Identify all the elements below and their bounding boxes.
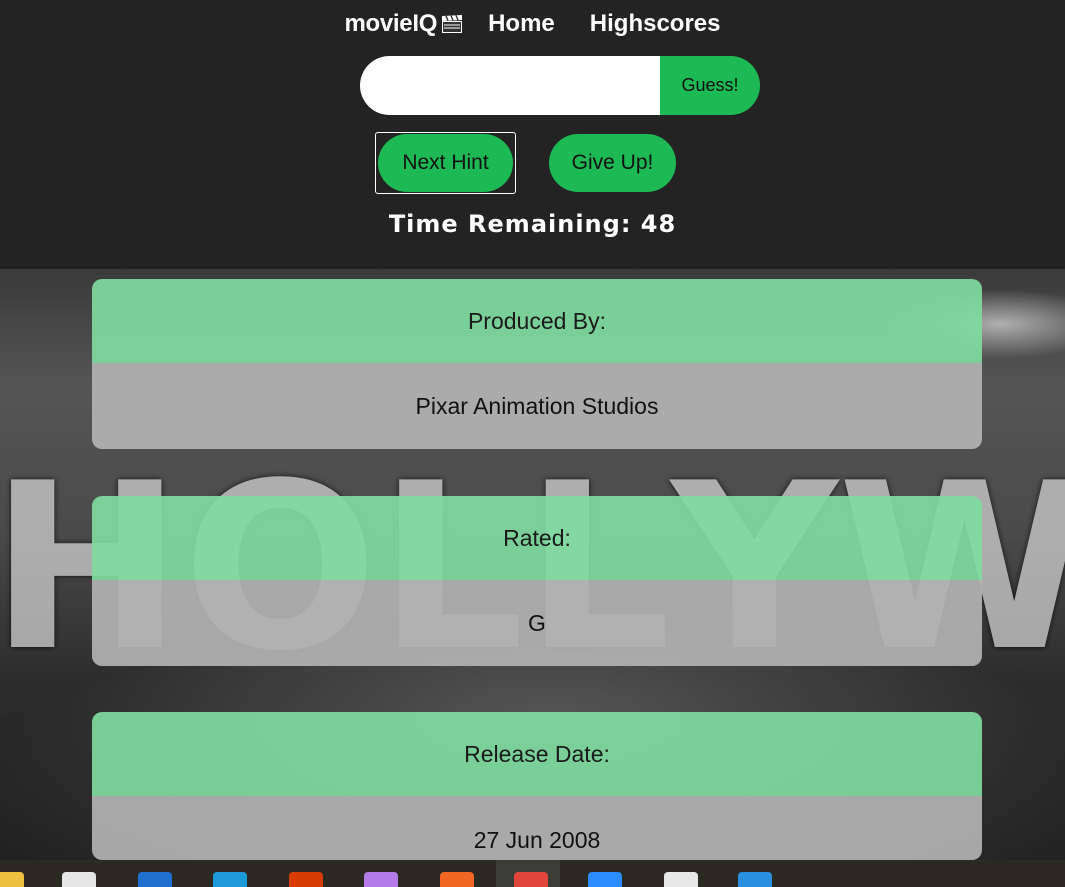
next-hint-focus-ring: Next Hint — [375, 132, 516, 194]
hint-card: Release Date: 27 Jun 2008 — [92, 712, 982, 860]
navbar: movieIQ Home Highscores — [0, 10, 1065, 38]
guess-input[interactable] — [360, 56, 660, 115]
guess-button[interactable]: Guess! — [660, 56, 760, 115]
guess-form: Guess! — [360, 56, 760, 115]
next-hint-button[interactable]: Next Hint — [378, 134, 513, 192]
messenger-icon[interactable] — [364, 872, 398, 887]
store-icon[interactable] — [62, 872, 96, 887]
brand-name: movieIQ — [344, 10, 438, 37]
hint-card: Produced By: Pixar Animation Studios — [92, 279, 982, 449]
os-taskbar — [0, 860, 1065, 887]
app-icon[interactable] — [213, 872, 247, 887]
office-icon[interactable] — [289, 872, 323, 887]
nav-highscores-link[interactable]: Highscores — [590, 10, 721, 38]
time-remaining: Time Remaining: 48 — [388, 210, 677, 238]
vscode-icon[interactable] — [738, 872, 772, 887]
hint-card-value: 27 Jun 2008 — [92, 796, 982, 860]
file-explorer-icon[interactable] — [0, 872, 24, 887]
brand-logo[interactable]: movieIQ — [344, 10, 464, 38]
give-up-button[interactable]: Give Up! — [549, 134, 676, 192]
clapperboard-icon — [440, 13, 464, 35]
mail-icon[interactable] — [138, 872, 172, 887]
hint-card-value: Pixar Animation Studios — [92, 363, 982, 449]
top-header: movieIQ Home Highscores Guess! Next Hint — [0, 0, 1065, 269]
origin-icon[interactable] — [440, 872, 474, 887]
chrome-icon[interactable] — [514, 872, 548, 887]
hint-card-title: Rated: — [92, 496, 982, 580]
zoom-icon[interactable] — [588, 872, 622, 887]
hint-card-value: G — [92, 580, 982, 666]
hint-card-title: Release Date: — [92, 712, 982, 796]
nav-home-link[interactable]: Home — [488, 10, 555, 38]
hint-card-title: Produced By: — [92, 279, 982, 363]
slack-icon[interactable] — [664, 872, 698, 887]
hint-card: Rated: G — [92, 496, 982, 666]
